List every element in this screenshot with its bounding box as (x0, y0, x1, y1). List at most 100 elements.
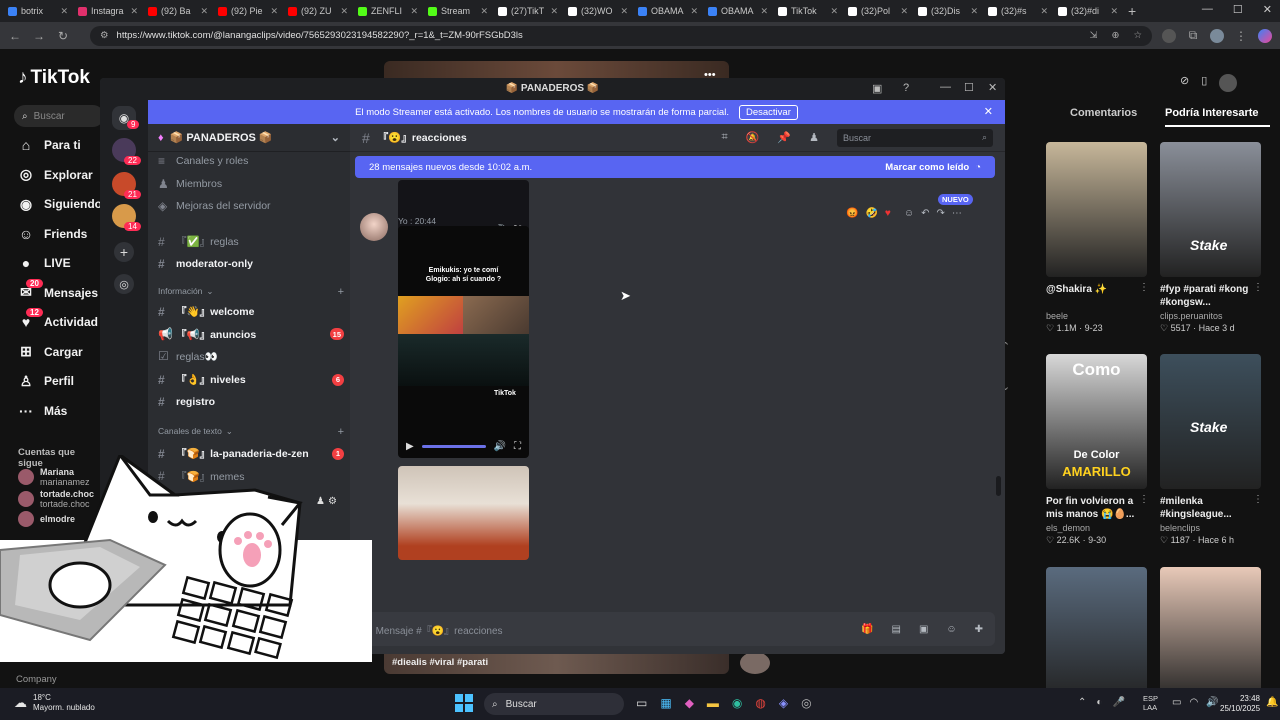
install-icon[interactable]: ⇲ (1090, 30, 1098, 41)
pin-icon[interactable]: 📌 (777, 131, 791, 144)
chat-scrollbar[interactable] (996, 476, 1001, 496)
help-icon[interactable]: ? (903, 82, 909, 94)
card-more-icon[interactable]: ⋮ (1139, 494, 1149, 505)
emoji-icon[interactable]: ☺ (946, 624, 956, 635)
tab-close-icon[interactable]: ✕ (410, 6, 418, 17)
browser-tab[interactable]: Stream ✕ (424, 2, 492, 20)
dc-close-icon[interactable]: ✕ (988, 81, 997, 94)
language-indicator[interactable]: ESP LAA (1143, 694, 1158, 712)
sticker-icon[interactable]: ▣ (919, 624, 928, 635)
tiktok-nav-friends[interactable]: ☺ Friends (18, 226, 88, 242)
tab-comments[interactable]: Comentarios (1070, 107, 1137, 119)
chrome-icon[interactable]: ◍ (755, 696, 765, 710)
task-view-icon[interactable]: ▭ (636, 696, 647, 710)
browser-tab[interactable]: (32)Dis ✕ (914, 2, 982, 20)
extensions-puzzle-icon[interactable]: ⧉ (1186, 28, 1200, 43)
browser-tab[interactable]: (92) Pie ✕ (214, 2, 282, 20)
browser-tab[interactable]: OBAMA ✕ (634, 2, 702, 20)
card-more-icon[interactable]: ⋮ (1253, 494, 1263, 505)
video-progress-2[interactable] (421, 444, 486, 448)
add-reaction-icon[interactable]: ☺ (904, 208, 914, 219)
browser-tab[interactable]: Instagra ✕ (74, 2, 142, 20)
related-video-card[interactable]: Stake #fyp #parati #kong #kongsw... clips.… (1160, 142, 1263, 334)
browser-tab[interactable]: (92) ZU ✕ (284, 2, 352, 20)
tiktok-nav-upload[interactable]: ⊞ Cargar (18, 343, 83, 360)
obs-icon[interactable]: ◎ (801, 696, 811, 710)
extension-icon[interactable] (1162, 28, 1176, 43)
dc-minimize-icon[interactable]: — (940, 81, 951, 93)
tab-close-icon[interactable]: ✕ (760, 6, 768, 17)
tab-close-icon[interactable]: ✕ (900, 6, 908, 17)
tray-chevron-icon[interactable]: ⌃ (1078, 697, 1086, 708)
related-video-card[interactable] (1160, 567, 1261, 702)
browser-tab[interactable]: TikTok ✕ (774, 2, 842, 20)
store-icon[interactable]: ▦ (660, 696, 671, 710)
zoom-icon[interactable]: ⊕ (1112, 30, 1120, 41)
forward-icon[interactable]: ↷ (936, 208, 944, 219)
browser-tab[interactable]: botrix ✕ (4, 2, 72, 20)
tiktok-nav-compass[interactable]: ◎ Explorar (18, 166, 93, 183)
file-explorer-icon[interactable]: ▬ (707, 696, 719, 710)
browser-tab[interactable]: (32)#s ✕ (984, 2, 1052, 20)
back-icon[interactable]: ← (8, 29, 22, 43)
account-avatar[interactable] (1219, 74, 1238, 92)
reload-icon[interactable]: ↻ (56, 29, 70, 43)
video-attachment-2[interactable]: Emikukis: yo te comí Glogio: ah sí cuand… (398, 226, 529, 458)
tab-close-icon[interactable]: ✕ (620, 6, 628, 17)
channel-item[interactable]: # moderator-only (158, 257, 344, 271)
company-link[interactable]: Company (16, 674, 57, 685)
edge-icon[interactable]: ◉ (732, 696, 742, 710)
channel-item[interactable]: # 『✅』reglas (158, 234, 344, 249)
browser-tab[interactable]: (27)TikT ✕ (494, 2, 562, 20)
weather-widget[interactable]: ☁ 18°C Mayorm. nublado (14, 693, 95, 713)
gift-icon[interactable]: 🎁 (861, 624, 873, 635)
close-icon[interactable]: ✕ (1263, 3, 1272, 16)
video-tags[interactable]: #diealis #viral #parati (384, 654, 729, 674)
bookmark-star-icon[interactable]: ☆ (1133, 30, 1142, 41)
reaction-emoji-2[interactable]: 🤣 (865, 208, 877, 219)
tab-close-icon[interactable]: ✕ (200, 6, 208, 17)
browser-tab[interactable]: (92) Ba ✕ (144, 2, 212, 20)
related-video-card[interactable] (1046, 567, 1147, 702)
site-info-icon[interactable]: ⚙ (100, 30, 109, 41)
deactivate-button[interactable]: Desactivar (738, 104, 798, 120)
channel-item[interactable]: ≡ Canales y roles (158, 154, 344, 168)
channel-search-input[interactable]: Buscar ⌕ (837, 128, 993, 147)
add-channel-icon[interactable]: + (338, 426, 344, 438)
message-author[interactable]: Yo (398, 216, 408, 226)
maximize-icon[interactable]: ☐ (1233, 3, 1243, 16)
browser-tab[interactable]: (32)Pol ✕ (844, 2, 912, 20)
tiktok-nav-live[interactable]: ● LIVE (18, 255, 71, 271)
related-video-card[interactable]: @Shakira ✨ beele ♡ 1.1M · 9-23 ⋮ (1046, 142, 1149, 334)
card-more-icon[interactable]: ⋮ (1253, 282, 1263, 293)
tiktok-search-input[interactable]: ⌕ Buscar (14, 105, 104, 127)
display-icon[interactable]: ▭ (1172, 697, 1181, 708)
banner-close-icon[interactable]: ✕ (984, 105, 993, 118)
mark-read-button[interactable]: Marcar como leído (885, 162, 969, 173)
tiktok-logo[interactable]: ♪ TikTok (18, 67, 90, 89)
mic-icon[interactable]: 🎤 (1112, 697, 1124, 708)
menu-kebab-icon[interactable]: ⋮ (1234, 29, 1248, 43)
copilot-app-icon[interactable]: ◆ (685, 696, 694, 710)
channel-item[interactable]: # 『👋』welcome (158, 304, 344, 319)
tab-close-icon[interactable]: ✕ (970, 6, 978, 17)
tiktok-nav-more[interactable]: ··· Más (18, 403, 67, 419)
wifi-icon[interactable]: ◠ (1189, 697, 1198, 708)
browser-tab[interactable]: ZENFLI ✕ (354, 2, 422, 20)
tab-close-icon[interactable]: ✕ (1040, 6, 1048, 17)
related-video-card[interactable]: Stake #milenka #kingsleague... belenclips ♡… (1160, 354, 1263, 546)
tab-close-icon[interactable]: ✕ (130, 6, 138, 17)
copilot-icon[interactable] (1258, 28, 1272, 43)
tray-app-icon[interactable]: ◐ (1096, 697, 1102, 708)
message-composer[interactable]: + Mensaje #『😮』reacciones 🎁 ▤ ▣ ☺ ✚ (348, 612, 995, 646)
discover-icon[interactable]: ◎ (114, 274, 134, 294)
inbox-icon[interactable]: ▣ (872, 82, 882, 95)
clock[interactable]: 23:48 25/10/2025 (1220, 694, 1260, 714)
link-icon[interactable]: ⊘ (1180, 74, 1189, 92)
fullscreen-icon[interactable]: ⛶ (514, 441, 521, 452)
tab-close-icon[interactable]: ✕ (1110, 6, 1118, 17)
tab-close-icon[interactable]: ✕ (270, 6, 278, 17)
discord-app-icon[interactable]: ◈ (779, 696, 788, 710)
category-text[interactable]: Canales de texto ⌄ + (158, 426, 344, 438)
tab-related[interactable]: Podría Interesarte (1165, 107, 1259, 119)
